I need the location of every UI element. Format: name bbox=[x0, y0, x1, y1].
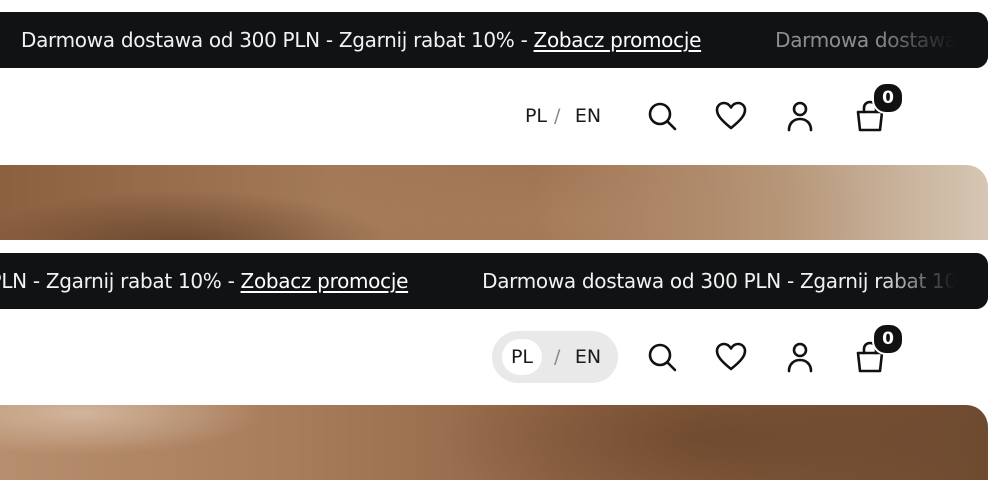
promo-text: Darmowa dostawa od 300 PLN - Zgarnij rab… bbox=[21, 28, 534, 52]
language-separator: / bbox=[554, 346, 561, 368]
promo-item: Darmowa dostawa od 300 PLN - Zgarnij rab… bbox=[21, 12, 701, 68]
promo-marquee: Darmowa dostawa od 300 PLN - Zgarnij rab… bbox=[0, 253, 988, 309]
heart-icon bbox=[715, 342, 747, 371]
user-icon bbox=[787, 342, 813, 373]
language-option-en[interactable]: EN bbox=[568, 98, 608, 134]
promo-bar: Darmowa dostawa od 300 PLN - Zgarnij rab… bbox=[0, 12, 988, 68]
promo-link[interactable]: Zobacz promocje bbox=[241, 269, 409, 293]
search-button[interactable] bbox=[642, 337, 682, 377]
promo-bar: Darmowa dostawa od 300 PLN - Zgarnij rab… bbox=[0, 253, 988, 309]
heart-icon bbox=[715, 101, 747, 130]
cart-button[interactable]: 0 bbox=[850, 82, 904, 136]
language-option-pl[interactable]: PL bbox=[516, 98, 556, 134]
search-icon bbox=[648, 102, 677, 131]
promo-item: Darmowa dostawa od 300 PLN - Zgarnij rab… bbox=[0, 253, 408, 309]
site-header: PL / EN 0 bbox=[0, 309, 1000, 405]
hero-image bbox=[0, 165, 988, 240]
cart-button[interactable]: 0 bbox=[850, 323, 904, 377]
search-button[interactable] bbox=[642, 96, 682, 136]
language-switcher: PL / EN bbox=[492, 90, 618, 142]
wishlist-button[interactable] bbox=[711, 337, 751, 377]
account-button[interactable] bbox=[780, 337, 820, 377]
cart-count-badge: 0 bbox=[872, 82, 904, 114]
promo-fade bbox=[878, 12, 988, 68]
language-option-pl[interactable]: PL bbox=[502, 339, 542, 375]
wishlist-button[interactable] bbox=[711, 96, 751, 136]
promo-fade bbox=[878, 253, 988, 309]
header-state-hover: Darmowa dostawa od 300 PLN - Zgarnij rab… bbox=[0, 240, 1000, 480]
promo-marquee: Darmowa dostawa od 300 PLN - Zgarnij rab… bbox=[21, 12, 988, 68]
language-switcher: PL / EN bbox=[492, 331, 618, 383]
site-header: PL / EN 0 bbox=[0, 68, 1000, 164]
promo-link[interactable]: Zobacz promocje bbox=[534, 28, 702, 52]
hero-image bbox=[0, 405, 988, 480]
language-separator: / bbox=[554, 105, 561, 127]
search-icon bbox=[648, 343, 677, 372]
language-option-en[interactable]: EN bbox=[568, 339, 608, 375]
promo-text: Darmowa dostawa od 300 PLN - Zgarnij rab… bbox=[0, 269, 235, 293]
cart-count-badge: 0 bbox=[872, 323, 904, 355]
user-icon bbox=[787, 101, 813, 132]
header-state-default: Darmowa dostawa od 300 PLN - Zgarnij rab… bbox=[0, 0, 1000, 240]
account-button[interactable] bbox=[780, 96, 820, 136]
